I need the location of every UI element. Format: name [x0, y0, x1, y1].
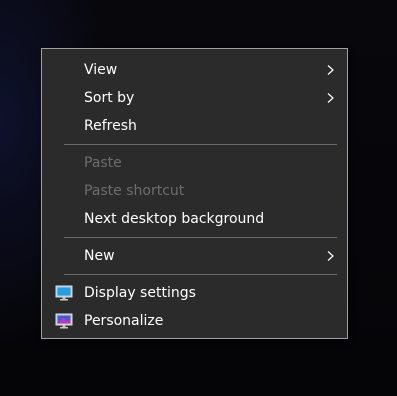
menu-item-label: Paste shortcut	[84, 183, 185, 199]
menu-item-label: Sort by	[84, 90, 135, 106]
menu-separator	[64, 274, 337, 275]
chevron-right-icon	[327, 65, 334, 75]
chevron-right-icon	[327, 93, 334, 103]
menu-item-view[interactable]: View	[42, 56, 347, 84]
menu-item-label: Paste	[84, 155, 122, 171]
menu-item-paste[interactable]: Paste	[42, 149, 347, 177]
menu-item-label: Personalize	[84, 313, 164, 329]
desktop-context-menu: View Sort by Refresh Paste Paste shortcu…	[41, 48, 348, 339]
menu-item-display-settings[interactable]: Display settings	[42, 279, 347, 307]
display-settings-icon	[55, 285, 73, 301]
menu-item-label: Refresh	[84, 118, 137, 134]
menu-item-label: Display settings	[84, 285, 196, 301]
menu-separator	[64, 237, 337, 238]
menu-item-new[interactable]: New	[42, 242, 347, 270]
menu-item-label: Next desktop background	[84, 211, 265, 227]
menu-item-label: New	[84, 248, 115, 264]
menu-item-paste-shortcut[interactable]: Paste shortcut	[42, 177, 347, 205]
menu-item-sort-by[interactable]: Sort by	[42, 84, 347, 112]
personalize-icon	[55, 313, 73, 329]
chevron-right-icon	[327, 251, 334, 261]
menu-item-next-desktop-background[interactable]: Next desktop background	[42, 205, 347, 233]
menu-separator	[64, 144, 337, 145]
menu-item-label: View	[84, 62, 118, 78]
menu-item-refresh[interactable]: Refresh	[42, 112, 347, 140]
menu-item-personalize[interactable]: Personalize	[42, 307, 347, 335]
